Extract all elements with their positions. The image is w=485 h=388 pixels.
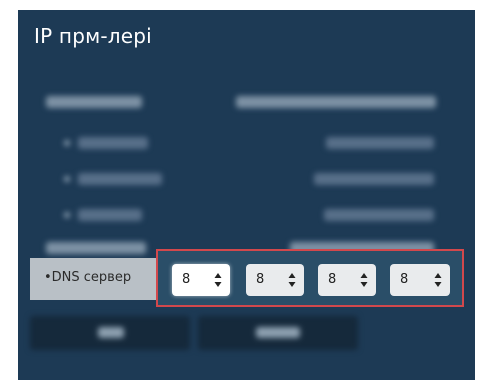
dns-server-label: •DNS сервер [44, 270, 132, 285]
blurred-settings-list [18, 10, 475, 380]
blurred-row-label [78, 173, 162, 185]
blurred-row-value [236, 96, 436, 108]
up-down-spinner-icon[interactable] [434, 272, 442, 288]
blurred-row-value [326, 137, 434, 149]
blurred-row-label [46, 96, 142, 108]
dns-octet-3-value: 8 [328, 272, 337, 287]
blurred-row-label [78, 209, 142, 221]
up-down-spinner-icon[interactable] [214, 272, 222, 288]
dns-octet-2-field[interactable]: 8 [246, 264, 304, 296]
up-down-spinner-icon[interactable] [360, 272, 368, 288]
dns-octet-1-field[interactable]: 8 [172, 264, 230, 296]
blurred-bullet [64, 176, 70, 182]
blurred-row-label [46, 242, 146, 254]
dns-octet-1-value: 8 [182, 272, 191, 287]
up-down-spinner-icon[interactable] [288, 272, 296, 288]
ip-settings-dialog: IP прм-лері •DNS сервер 8 8 8 8 [18, 10, 475, 380]
dns-octet-4-value: 8 [400, 272, 409, 287]
blurred-cancel-button[interactable] [198, 316, 358, 350]
dns-octet-2-value: 8 [256, 272, 265, 287]
dns-server-fields: 8 8 8 8 [156, 249, 464, 307]
blurred-row-value [314, 173, 434, 185]
dns-server-row: •DNS сервер [30, 258, 166, 300]
dns-octet-4-field[interactable]: 8 [390, 264, 450, 296]
dns-octet-3-field[interactable]: 8 [318, 264, 376, 296]
blurred-ok-button[interactable] [30, 316, 190, 350]
blurred-bullet [64, 212, 70, 218]
blurred-row-label [78, 137, 148, 149]
blurred-row-value [324, 209, 434, 221]
blurred-bullet [64, 140, 70, 146]
